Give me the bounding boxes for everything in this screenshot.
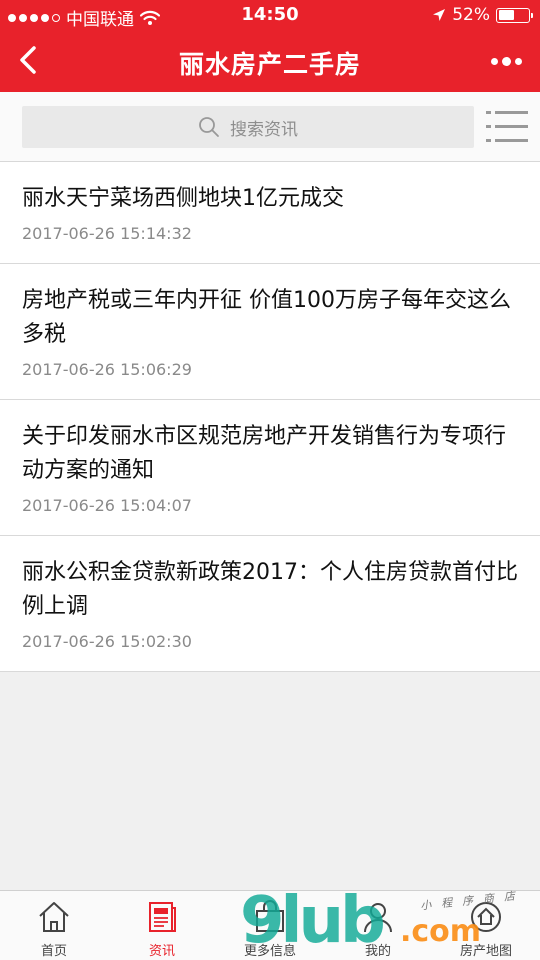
user-icon: [364, 903, 392, 933]
search-placeholder: 搜索资讯: [230, 119, 298, 140]
news-time: 2017-06-26 15:06:29: [22, 360, 192, 379]
tab-news[interactable]: 资讯: [108, 891, 216, 960]
news-item[interactable]: 关于印发丽水市区规范房地产开发销售行为专项行动方案的通知 2017-06-26 …: [0, 400, 540, 536]
home-icon: [39, 902, 69, 932]
tab-home[interactable]: 首页: [0, 891, 108, 960]
battery-percent: 52%: [452, 5, 490, 25]
tab-home-label: 首页: [40, 944, 67, 959]
news-item[interactable]: 丽水天宁菜场西侧地块1亿元成交 2017-06-26 15:14:32: [0, 162, 540, 264]
tab-news-label: 资讯: [148, 944, 175, 959]
tab-more-info-label: 更多信息: [243, 944, 296, 959]
news-title: 丽水公积金贷款新政策2017：个人住房贷款首付比例上调: [22, 560, 518, 619]
news-title: 房地产税或三年内开征 价值100万房子每年交这么多税: [22, 288, 511, 347]
tab-mine[interactable]: 我的: [324, 891, 432, 960]
location-arrow-icon: [433, 9, 446, 21]
newspaper-icon: [149, 902, 176, 932]
news-time: 2017-06-26 15:02:30: [22, 632, 192, 651]
tab-map[interactable]: 房产地图: [432, 891, 540, 960]
status-bar: 中国联通 14:50 52%: [0, 0, 540, 30]
news-item[interactable]: 房地产税或三年内开征 价值100万房子每年交这么多税 2017-06-26 15…: [0, 264, 540, 400]
bag-icon: [256, 900, 284, 932]
tab-more-info[interactable]: 更多信息: [216, 891, 324, 960]
news-title: 关于印发丽水市区规范房地产开发销售行为专项行动方案的通知: [22, 424, 507, 483]
search-row: 搜索资讯: [0, 92, 540, 162]
news-time: 2017-06-26 15:04:07: [22, 496, 192, 515]
news-list: 丽水天宁菜场西侧地块1亿元成交 2017-06-26 15:14:32 房地产税…: [0, 162, 540, 672]
page-title: 丽水房产二手房: [178, 50, 361, 79]
nav-bar: 丽水房产二手房: [0, 30, 540, 92]
search-input[interactable]: 搜索资讯: [22, 106, 474, 148]
more-dots-icon: [490, 57, 498, 65]
news-item[interactable]: 丽水公积金贷款新政策2017：个人住房贷款首付比例上调 2017-06-26 1…: [0, 536, 540, 672]
status-right: 52%: [432, 5, 533, 25]
tab-map-label: 房产地图: [459, 944, 512, 959]
list-menu-icon[interactable]: [486, 109, 528, 145]
tab-bar: 首页 资讯 更多信息 我的 房产地图: [0, 890, 540, 960]
more-button[interactable]: [486, 50, 526, 72]
news-time: 2017-06-26 15:14:32: [22, 224, 192, 243]
tab-mine-label: 我的: [364, 944, 391, 959]
map-icon: [471, 902, 501, 932]
search-icon: [199, 117, 219, 137]
news-title: 丽水天宁菜场西侧地块1亿元成交: [22, 186, 344, 211]
battery-icon: [496, 7, 533, 23]
